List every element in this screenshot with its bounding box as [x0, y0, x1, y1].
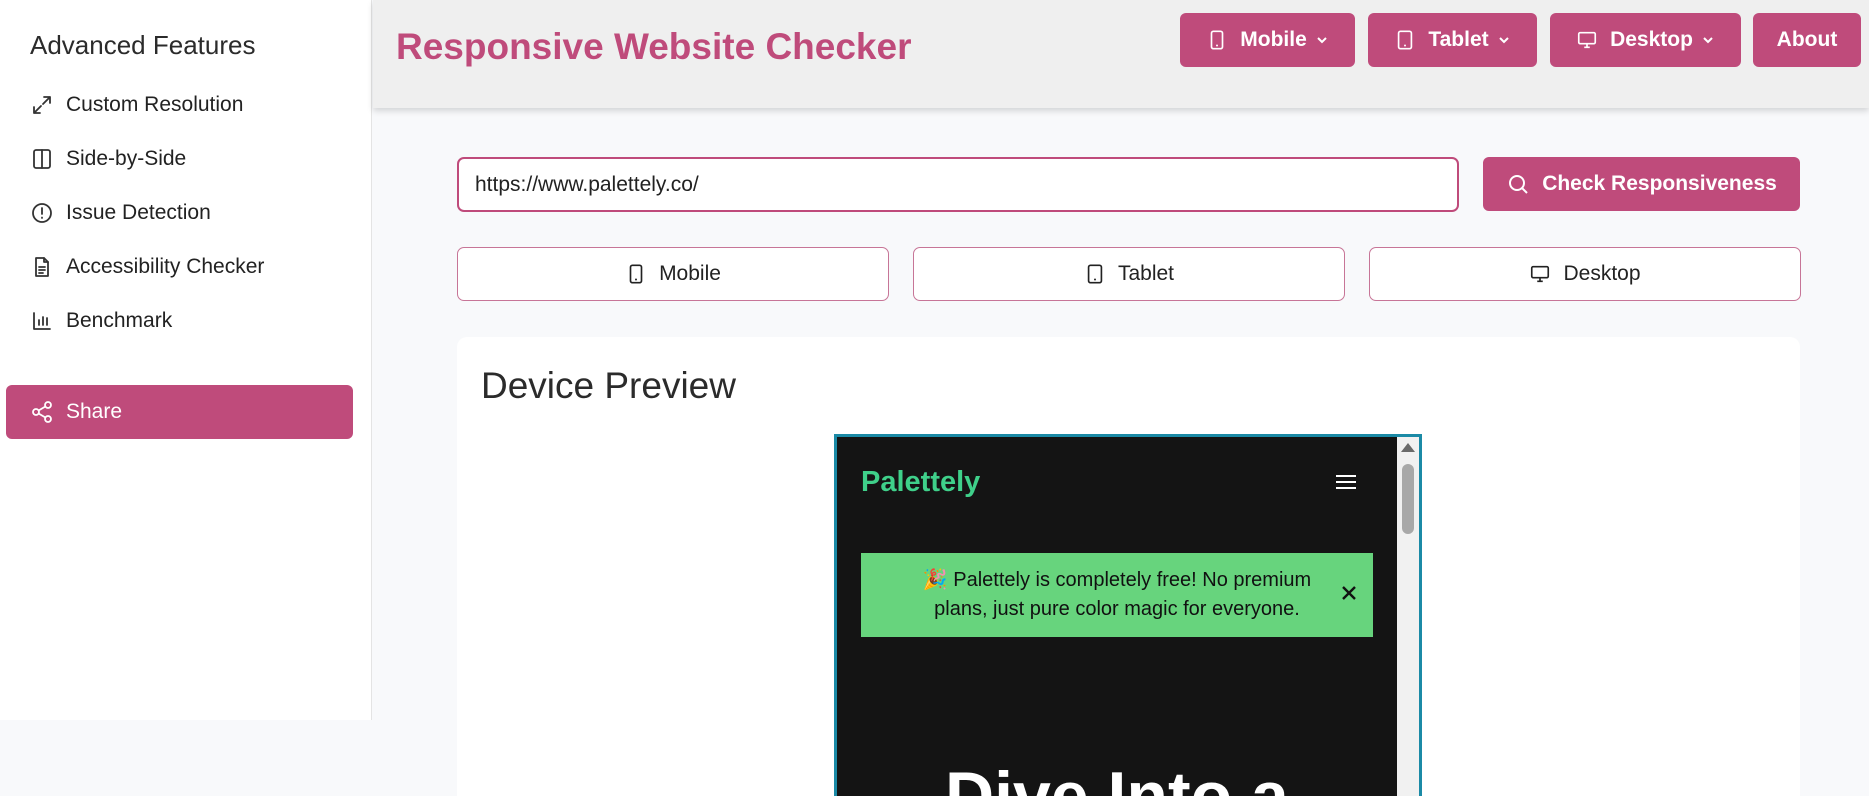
check-responsiveness-button[interactable]: Check Responsiveness — [1483, 157, 1800, 211]
desktop-icon — [1577, 31, 1597, 49]
header-mobile-button[interactable]: Mobile — [1180, 13, 1355, 67]
site-hero-heading: Dive Into a — [945, 758, 1289, 796]
header-mobile-label: Mobile — [1240, 28, 1307, 51]
sidebar-item-side-by-side[interactable]: Side-by-Side — [30, 141, 186, 177]
alert-circle-icon — [32, 203, 52, 223]
sidebar-item-label: Benchmark — [66, 309, 173, 332]
top-header: Responsive Website Checker Mobile Tablet… — [373, 0, 1869, 108]
device-tablet-button[interactable]: Tablet — [913, 247, 1345, 301]
header-tablet-label: Tablet — [1428, 28, 1489, 51]
tablet-icon — [1087, 264, 1103, 284]
check-responsiveness-label: Check Responsiveness — [1542, 172, 1777, 195]
site-announcement-banner: 🎉 Palettely is completely free! No premi… — [861, 553, 1373, 637]
scroll-up-arrow-icon[interactable] — [1401, 443, 1415, 452]
sidebar-item-label: Accessibility Checker — [66, 255, 265, 278]
bar-chart-icon — [33, 312, 51, 330]
banner-text: 🎉 Palettely is completely free! No premi… — [922, 569, 1312, 620]
sidebar-item-issue-detection[interactable]: Issue Detection — [30, 195, 211, 231]
about-label: About — [1776, 28, 1838, 51]
tablet-icon — [1398, 30, 1413, 50]
scrollbar-thumb[interactable] — [1402, 464, 1414, 534]
device-mobile-button[interactable]: Mobile — [457, 247, 889, 301]
desktop-icon — [1531, 265, 1550, 283]
app-title: Responsive Website Checker — [396, 26, 912, 67]
share-label: Share — [66, 400, 123, 423]
header-desktop-label: Desktop — [1610, 28, 1693, 51]
share-icon — [32, 401, 52, 423]
chevron-down-icon — [1703, 37, 1713, 44]
header-desktop-button[interactable]: Desktop — [1550, 13, 1741, 67]
device-tablet-label: Tablet — [1117, 262, 1175, 285]
sidebar-item-accessibility-checker[interactable]: Accessibility Checker — [30, 249, 264, 285]
close-icon[interactable] — [1339, 583, 1359, 603]
url-input[interactable] — [457, 157, 1459, 212]
preview-iframe[interactable]: Palettely 🎉 Palettely is completely free… — [834, 434, 1422, 796]
share-button[interactable]: Share — [6, 385, 353, 439]
device-desktop-button[interactable]: Desktop — [1369, 247, 1801, 301]
sidebar: Advanced Features Custom Resolution Side… — [0, 0, 372, 720]
header-tablet-button[interactable]: Tablet — [1368, 13, 1537, 67]
device-mobile-label: Mobile — [659, 262, 721, 285]
search-icon — [1509, 175, 1528, 194]
columns-icon — [33, 149, 51, 169]
device-desktop-label: Desktop — [1563, 262, 1641, 285]
sidebar-item-benchmark[interactable]: Benchmark — [30, 303, 172, 339]
preview-scrollbar[interactable] — [1397, 437, 1419, 796]
mobile-icon — [629, 264, 643, 284]
sidebar-title: Advanced Features — [30, 30, 256, 60]
about-button[interactable]: About — [1753, 13, 1861, 67]
sidebar-item-custom-resolution[interactable]: Custom Resolution — [30, 87, 243, 123]
sidebar-item-label: Issue Detection — [66, 201, 211, 224]
device-preview-title: Device Preview — [481, 365, 736, 406]
sidebar-item-label: Side-by-Side — [66, 147, 187, 170]
chevron-down-icon — [1498, 37, 1509, 44]
mobile-icon — [1210, 30, 1224, 50]
sidebar-item-label: Custom Resolution — [66, 93, 244, 116]
chevron-down-icon — [1317, 37, 1327, 44]
expand-icon — [33, 96, 51, 114]
hamburger-menu-icon[interactable] — [1336, 475, 1356, 491]
document-icon — [35, 257, 49, 277]
site-logo[interactable]: Palettely — [861, 466, 980, 499]
